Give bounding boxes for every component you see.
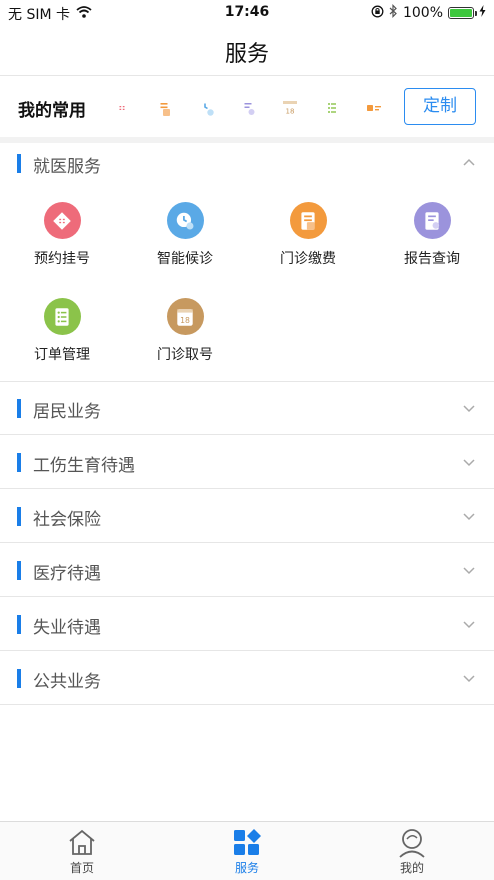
tab-label: 我的 — [399, 861, 424, 875]
service-item-clinic-payment[interactable]: 门诊缴费 — [258, 202, 358, 268]
chevron-up-icon[interactable] — [462, 156, 476, 170]
service-label: 智能候诊 — [157, 251, 213, 267]
service-label: 预约挂号 — [34, 251, 90, 267]
service-item-clinic-ticket[interactable]: 18 门诊取号 — [135, 298, 235, 364]
tab-profile[interactable]: 我的 — [330, 822, 494, 880]
section-medical-header[interactable]: 就医服务 — [0, 143, 494, 187]
svg-text:18: 18 — [180, 316, 190, 325]
section-public-business-header[interactable]: 公共业务 — [0, 652, 494, 705]
tab-home[interactable]: 首页 — [0, 822, 164, 880]
fav-registration-icon[interactable] — [106, 92, 137, 123]
status-right: 100% — [371, 4, 486, 22]
chevron-down-icon[interactable] — [462, 617, 476, 631]
section-accent-bar — [17, 399, 21, 418]
fav-id-card-icon[interactable] — [358, 92, 389, 123]
fav-order-list-icon[interactable] — [316, 92, 347, 123]
service-item-order-management[interactable]: 订单管理 — [12, 298, 112, 364]
section-title: 公共业务 — [33, 672, 101, 692]
fav-report-query-icon[interactable] — [232, 92, 263, 123]
section-work-injury-header[interactable]: 工伤生育待遇 — [0, 436, 494, 489]
section-accent-bar — [17, 154, 21, 173]
service-label: 门诊缴费 — [280, 251, 336, 267]
medical-services-grid: 预约挂号 智能候诊 门诊缴费 报告查询 订单管理 18 门诊取号 — [0, 187, 494, 382]
chevron-down-icon[interactable] — [462, 455, 476, 469]
tab-label: 服务 — [234, 861, 259, 875]
service-grid-icon — [234, 829, 261, 855]
tab-bar: 首页 服务 我的 — [0, 821, 494, 880]
smart-waiting-icon — [166, 202, 204, 239]
service-label: 门诊取号 — [157, 347, 213, 363]
section-title: 社会保险 — [33, 510, 101, 530]
section-social-insurance-header[interactable]: 社会保险 — [0, 490, 494, 543]
tab-label: 首页 — [69, 861, 94, 875]
section-unemployment-header[interactable]: 失业待遇 — [0, 598, 494, 651]
battery-percent: 100% — [402, 5, 443, 21]
section-title: 工伤生育待遇 — [33, 456, 135, 476]
service-label: 订单管理 — [34, 347, 90, 363]
service-item-registration[interactable]: 预约挂号 — [12, 202, 112, 268]
section-medical-benefits-header[interactable]: 医疗待遇 — [0, 544, 494, 597]
page-title: 服务 — [224, 42, 269, 67]
chevron-down-icon[interactable] — [462, 509, 476, 523]
customize-button[interactable]: 定制 — [404, 88, 476, 125]
chevron-down-icon[interactable] — [462, 401, 476, 415]
section-accent-bar — [17, 453, 21, 472]
home-icon — [69, 829, 95, 855]
profile-icon — [399, 829, 425, 858]
section-resident-header[interactable]: 居民业务 — [0, 382, 494, 435]
svg-text:18: 18 — [285, 107, 294, 115]
fav-ticket-calendar-icon[interactable]: 18 — [274, 92, 305, 123]
favorites-row: 我的常用 18 定制 — [0, 77, 494, 137]
charging-icon — [479, 5, 486, 21]
bluetooth-icon — [389, 4, 398, 22]
fav-clinic-payment-icon[interactable] — [148, 92, 179, 123]
service-item-report-query[interactable]: 报告查询 — [382, 202, 482, 268]
order-list-icon — [43, 298, 81, 335]
navigation-bar: 服务 — [0, 26, 494, 76]
section-title: 失业待遇 — [33, 618, 101, 638]
clinic-payment-icon — [289, 202, 327, 239]
favorites-label: 我的常用 — [18, 101, 86, 121]
section-title: 居民业务 — [33, 402, 101, 422]
section-accent-bar — [17, 615, 21, 634]
status-bar: 无 SIM 卡 17:46 100% — [0, 0, 494, 26]
section-title: 就医服务 — [33, 157, 101, 177]
service-label: 报告查询 — [404, 251, 460, 267]
chevron-down-icon[interactable] — [462, 671, 476, 685]
lock-rotation-icon — [371, 5, 384, 22]
section-accent-bar — [17, 669, 21, 688]
tab-service[interactable]: 服务 — [165, 822, 329, 880]
fav-smart-waiting-icon[interactable] — [190, 92, 221, 123]
ticket-calendar-icon: 18 — [166, 298, 204, 335]
registration-icon — [43, 202, 81, 239]
report-query-icon — [413, 202, 451, 239]
chevron-down-icon[interactable] — [462, 563, 476, 577]
section-accent-bar — [17, 561, 21, 580]
battery-icon — [448, 7, 477, 19]
section-title: 医疗待遇 — [33, 564, 101, 584]
service-item-smart-waiting[interactable]: 智能候诊 — [135, 202, 235, 268]
section-accent-bar — [17, 507, 21, 526]
